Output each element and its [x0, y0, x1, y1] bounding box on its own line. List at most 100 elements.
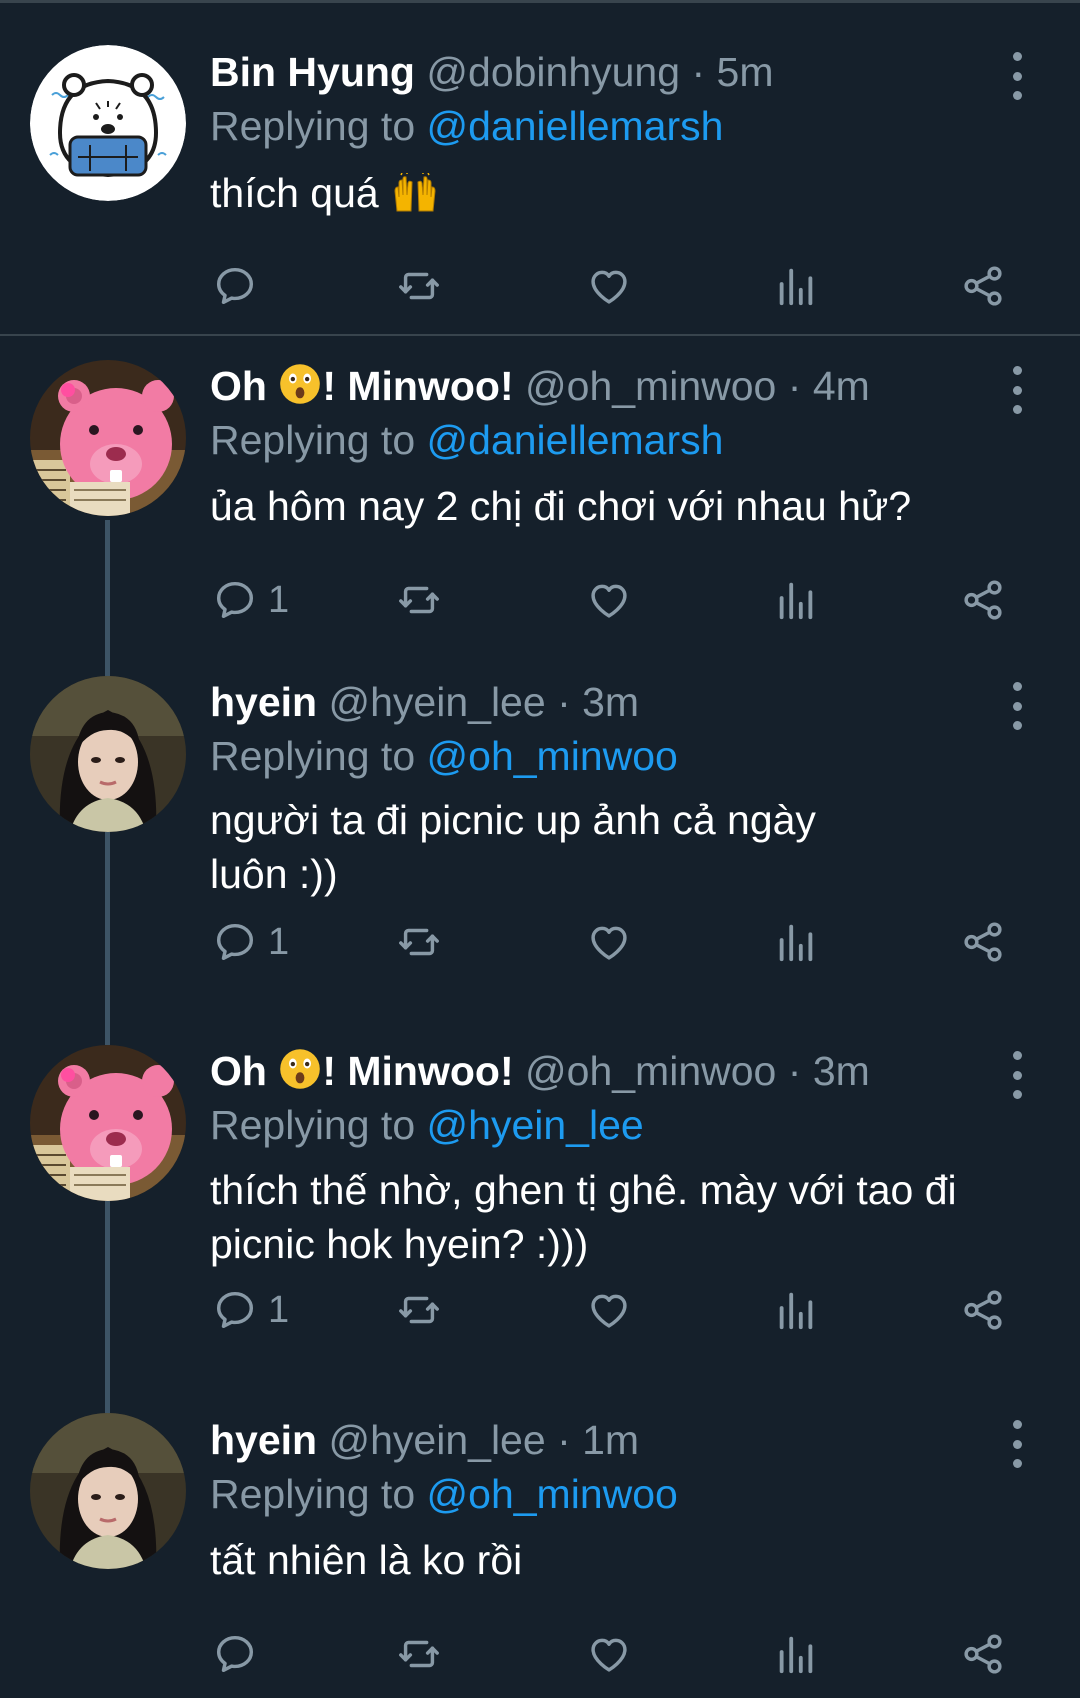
display-name[interactable]: hyein: [210, 1417, 317, 1463]
display-name[interactable]: Bin Hyung: [210, 49, 415, 95]
reply-count: 1: [268, 1288, 290, 1331]
analytics-button[interactable]: [773, 256, 819, 316]
analytics-button[interactable]: [773, 570, 819, 630]
display-name[interactable]: hyein: [210, 679, 317, 725]
tweet[interactable]: hyein @hyein_lee · 1m Replying to @oh_mi…: [0, 1368, 1080, 1698]
share-button[interactable]: [960, 912, 1006, 972]
user-handle[interactable]: @oh_minwoo: [525, 1048, 776, 1094]
reply-icon: [212, 263, 258, 309]
tweet-header: Oh ! Minwoo! @oh_minwoo · 4m: [210, 358, 870, 414]
reply-icon: [212, 1287, 258, 1333]
more-options-icon[interactable]: [1000, 1420, 1034, 1468]
share-button[interactable]: [960, 1624, 1006, 1684]
user-handle[interactable]: @oh_minwoo: [525, 363, 776, 409]
replying-label: Replying to: [210, 1471, 416, 1517]
share-button[interactable]: [960, 1280, 1006, 1340]
analytics-icon: [773, 577, 819, 623]
replying-label: Replying to: [210, 103, 416, 149]
retweet-icon: [396, 919, 442, 965]
avatar[interactable]: [30, 1413, 186, 1569]
reply-button[interactable]: 1: [212, 1280, 289, 1340]
mention-link[interactable]: @daniellemarsh: [427, 103, 724, 149]
retweet-button[interactable]: [396, 1624, 442, 1684]
timestamp[interactable]: 5m: [717, 49, 774, 95]
tweet-header: hyein @hyein_lee · 3m: [210, 674, 639, 730]
share-button[interactable]: [960, 570, 1006, 630]
user-handle[interactable]: @dobinhyung: [426, 49, 680, 95]
retweet-icon: [396, 1631, 442, 1677]
like-button[interactable]: [586, 1280, 632, 1340]
tweet-header: Oh ! Minwoo! @oh_minwoo · 3m: [210, 1043, 870, 1099]
tweet-header: Bin Hyung @dobinhyung · 5m: [210, 44, 773, 100]
action-bar: [0, 256, 1080, 316]
avatar[interactable]: [30, 676, 186, 832]
like-button[interactable]: [586, 1624, 632, 1684]
reply-button[interactable]: 1: [212, 912, 289, 972]
heart-icon: [586, 263, 632, 309]
astonished-face-emoji: [278, 362, 322, 406]
reply-button[interactable]: [212, 1624, 268, 1684]
action-bar: 1: [0, 570, 1080, 630]
analytics-button[interactable]: [773, 1624, 819, 1684]
tweet[interactable]: hyein @hyein_lee · 3m Replying to @oh_mi…: [0, 630, 1080, 970]
retweet-button[interactable]: [396, 256, 442, 316]
mention-link[interactable]: @daniellemarsh: [427, 417, 724, 463]
tweet[interactable]: Oh ! Minwoo! @oh_minwoo · 3m Replying to…: [0, 999, 1080, 1339]
like-button[interactable]: [586, 256, 632, 316]
tweet-text: thích quá: [210, 166, 1050, 220]
retweet-icon: [396, 577, 442, 623]
display-name[interactable]: Oh ! Minwoo!: [210, 363, 514, 409]
reply-icon: [212, 577, 258, 623]
retweet-icon: [396, 1287, 442, 1333]
girl-photo-avatar: [30, 1413, 186, 1569]
reply-button[interactable]: [212, 256, 268, 316]
replying-label: Replying to: [210, 1102, 416, 1148]
separator-dot: ·: [691, 49, 706, 95]
reply-button[interactable]: 1: [212, 570, 289, 630]
timestamp[interactable]: 1m: [582, 1417, 639, 1463]
separator-dot: ·: [787, 1048, 802, 1094]
tweet-text-line: người ta đi picnic up ảnh cả ngày: [210, 797, 816, 843]
action-bar: 1: [0, 912, 1080, 972]
user-handle[interactable]: @hyein_lee: [329, 679, 546, 725]
timestamp[interactable]: 3m: [813, 1048, 870, 1094]
like-button[interactable]: [586, 570, 632, 630]
more-options-icon[interactable]: [1000, 682, 1034, 730]
retweet-icon: [396, 263, 442, 309]
timestamp[interactable]: 4m: [813, 363, 870, 409]
avatar[interactable]: [30, 360, 186, 516]
replying-to: Replying to @hyein_lee: [210, 1097, 644, 1153]
user-handle[interactable]: @hyein_lee: [329, 1417, 546, 1463]
analytics-button[interactable]: [773, 1280, 819, 1340]
more-options-icon[interactable]: [1000, 366, 1034, 414]
analytics-button[interactable]: [773, 912, 819, 972]
display-name[interactable]: Oh ! Minwoo!: [210, 1048, 514, 1094]
like-button[interactable]: [586, 912, 632, 972]
mention-link[interactable]: @hyein_lee: [427, 1102, 644, 1148]
tweet[interactable]: Bin Hyung @dobinhyung · 5m Replying to @…: [0, 0, 1080, 334]
mention-link[interactable]: @oh_minwoo: [427, 1471, 678, 1517]
reply-icon: [212, 1631, 258, 1677]
retweet-button[interactable]: [396, 570, 442, 630]
tweet[interactable]: Oh ! Minwoo! @oh_minwoo · 4m Replying to…: [0, 314, 1080, 644]
heart-icon: [586, 577, 632, 623]
heart-icon: [586, 1287, 632, 1333]
tweet-text-content: thích quá: [210, 170, 379, 216]
replying-to: Replying to @daniellemarsh: [210, 412, 723, 468]
more-options-icon[interactable]: [1000, 52, 1034, 100]
white-bear-avatar: [30, 45, 186, 201]
avatar[interactable]: [30, 1045, 186, 1201]
retweet-button[interactable]: [396, 1280, 442, 1340]
timestamp[interactable]: 3m: [582, 679, 639, 725]
replying-to: Replying to @oh_minwoo: [210, 728, 678, 784]
action-bar: 1: [0, 1280, 1080, 1340]
tweet-text-line: picnic hok hyein? :))): [210, 1221, 589, 1267]
more-options-icon[interactable]: [1000, 1051, 1034, 1099]
retweet-button[interactable]: [396, 912, 442, 972]
avatar[interactable]: [30, 45, 186, 201]
pink-beaver-avatar: [30, 360, 186, 516]
share-icon: [960, 263, 1006, 309]
mention-link[interactable]: @oh_minwoo: [427, 733, 678, 779]
share-icon: [960, 1631, 1006, 1677]
share-button[interactable]: [960, 256, 1006, 316]
